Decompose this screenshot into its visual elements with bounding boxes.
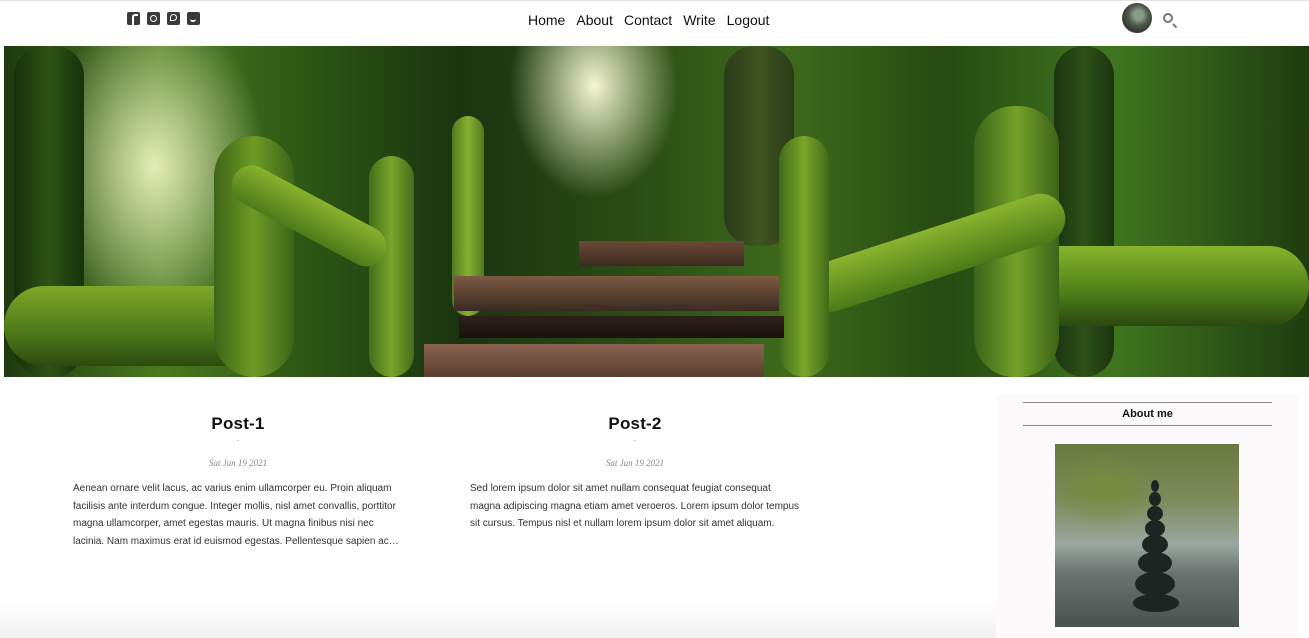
about-me-title: About me — [1023, 402, 1272, 426]
sidebar: About me — [996, 393, 1299, 638]
post-excerpt: Aenean ornare velit lacus, ac varius eni… — [73, 483, 396, 547]
wooden-step — [579, 241, 744, 266]
post-date: Sat Jun 19 2021 — [605, 458, 665, 468]
nav-write-link[interactable]: Write — [683, 12, 715, 28]
stone — [1151, 480, 1159, 492]
nav-contact-link[interactable]: Contact — [624, 12, 672, 28]
bottom-fade — [0, 600, 996, 638]
instagram-icon[interactable] — [147, 12, 160, 25]
post-divider: - — [633, 436, 637, 445]
stone — [1138, 552, 1172, 574]
stone — [1147, 506, 1163, 521]
moss-post-left — [369, 156, 414, 377]
stone — [1142, 535, 1168, 554]
wooden-step — [454, 276, 779, 311]
user-avatar[interactable] — [1122, 3, 1152, 33]
post-title[interactable]: Post-2 — [470, 414, 800, 434]
social-links — [127, 12, 200, 25]
hero-image — [4, 46, 1309, 377]
about-me-photo — [1055, 444, 1239, 627]
post-card[interactable]: Post-2 - Sat Jun 19 2021 Sed lorem ipsum… — [470, 414, 800, 533]
nav-home-link[interactable]: Home — [528, 12, 565, 28]
facebook-icon[interactable] — [127, 12, 140, 25]
post-divider: - — [236, 436, 240, 445]
wooden-step — [459, 316, 784, 338]
search-icon[interactable] — [1163, 13, 1173, 23]
stone — [1133, 594, 1179, 612]
top-bar: Home About Contact Write Logout — [0, 0, 1309, 46]
stone — [1145, 520, 1165, 537]
main-nav: Home About Contact Write Logout — [528, 12, 769, 28]
nav-about-link[interactable]: About — [576, 12, 613, 28]
nav-logout-link[interactable]: Logout — [727, 12, 770, 28]
wooden-step — [424, 344, 764, 377]
post-card[interactable]: Post-1 - Sat Jun 19 2021 Aenean ornare v… — [73, 414, 403, 550]
post-date: Sat Jun 19 2021 — [208, 458, 268, 468]
pinterest-icon[interactable] — [167, 12, 180, 25]
post-excerpt: Sed lorem ipsum dolor sit amet nullam co… — [470, 483, 800, 529]
twitter-icon[interactable] — [187, 12, 200, 25]
stone — [1135, 572, 1175, 596]
moss-post-right — [779, 136, 829, 377]
stone — [1149, 492, 1161, 506]
post-title[interactable]: Post-1 — [73, 414, 403, 434]
